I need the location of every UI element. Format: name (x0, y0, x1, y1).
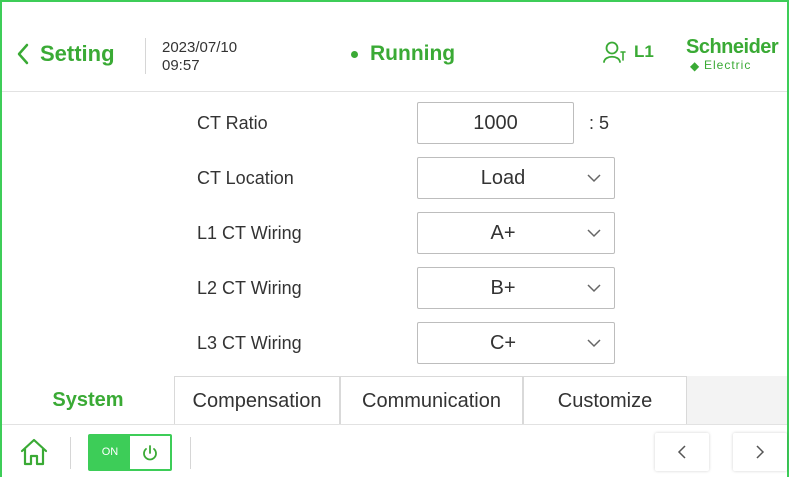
header-bar: Setting 2023/07/10 09:57 Running L1 Schn… (2, 2, 787, 92)
row-ct-ratio: CT Ratio 1000 : 5 (2, 96, 787, 150)
chevron-down-icon (574, 338, 614, 348)
tab-compensation[interactable]: Compensation (174, 376, 340, 424)
l2-wiring-value: B+ (490, 276, 516, 299)
power-icon (130, 436, 170, 469)
row-l3-wiring: L3 CT Wiring C+ (2, 316, 787, 370)
bottom-divider (190, 437, 191, 469)
ct-location-value: Load (480, 166, 526, 189)
prev-page-button[interactable] (655, 433, 709, 471)
l3-wiring-select[interactable]: C+ (417, 322, 615, 364)
back-button[interactable]: Setting (16, 34, 115, 74)
row-l2-wiring: L2 CT Wiring B+ (2, 261, 787, 315)
logo-name: Schneider (686, 36, 779, 58)
home-icon (20, 438, 48, 466)
bottom-divider (70, 437, 71, 469)
tab-communication[interactable]: Communication (340, 376, 523, 424)
chevron-left-icon (17, 43, 29, 65)
l1-wiring-select[interactable]: A+ (417, 212, 615, 254)
l2-wiring-select[interactable]: B+ (417, 267, 615, 309)
bottom-bar: ON (2, 424, 787, 477)
header-divider (145, 38, 146, 74)
ct-location-label: CT Location (197, 168, 294, 188)
chevron-right-icon (756, 445, 765, 459)
l1-wiring-value: A+ (490, 221, 516, 244)
run-toggle[interactable]: ON (88, 434, 172, 471)
user-icon (603, 41, 626, 63)
tab-system[interactable]: System (2, 376, 174, 425)
ct-ratio-suffix: : 5 (589, 113, 610, 133)
datetime: 2023/07/10 09:57 (162, 39, 237, 75)
time-text: 09:57 (162, 57, 200, 74)
chevron-left-icon (677, 445, 686, 459)
row-ct-location: CT Location Load (2, 151, 787, 205)
app-frame: Setting 2023/07/10 09:57 Running L1 Schn… (0, 0, 789, 477)
logo-mark-icon: ◆ (690, 59, 701, 73)
home-button[interactable] (18, 436, 50, 468)
tab-bar: System Compensation Communication Custom… (2, 376, 787, 425)
chevron-down-icon (574, 283, 614, 293)
next-page-button[interactable] (733, 433, 787, 471)
user-level-text: L1 (634, 42, 654, 61)
status-indicator: Running (351, 42, 455, 66)
logo-sub: Electric (704, 58, 752, 72)
chevron-down-icon (574, 173, 614, 183)
logo-sub-wrap: ◆ Electric (686, 58, 789, 73)
ct-location-select[interactable]: Load (417, 157, 615, 199)
settings-form: CT Ratio 1000 : 5 CT Location Load L1 CT… (2, 93, 787, 375)
date-text: 2023/07/10 (162, 39, 238, 56)
ct-ratio-input[interactable]: 1000 (417, 102, 574, 144)
tab-customize[interactable]: Customize (523, 376, 687, 424)
status-dot-icon (351, 50, 358, 58)
l1-wiring-label: L1 CT Wiring (197, 223, 302, 243)
back-label: Setting (40, 41, 115, 66)
ct-ratio-label: CT Ratio (197, 113, 268, 133)
l2-wiring-label: L2 CT Wiring (197, 278, 302, 298)
status-text: Running (370, 42, 456, 65)
user-level-button[interactable]: L1 (602, 40, 654, 64)
chevron-down-icon (574, 228, 614, 238)
schneider-logo: Schneider ◆ Electric (686, 36, 789, 76)
toggle-on-label: ON (90, 436, 130, 469)
row-l1-wiring: L1 CT Wiring A+ (2, 206, 787, 260)
l3-wiring-label: L3 CT Wiring (197, 333, 302, 353)
l3-wiring-value: C+ (489, 331, 517, 354)
